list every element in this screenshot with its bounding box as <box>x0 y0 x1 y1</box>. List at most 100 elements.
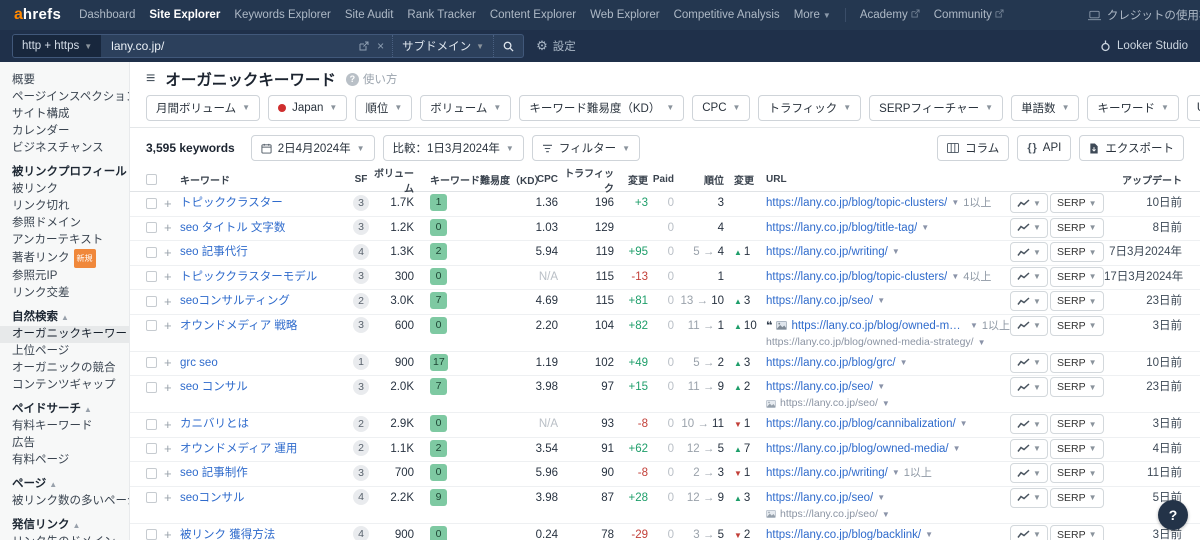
header-position[interactable]: 順位 <box>674 172 724 187</box>
help-button[interactable]: ? <box>1158 500 1188 530</box>
serp-button[interactable]: SERP▼ <box>1050 316 1104 336</box>
chart-button[interactable]: ▼ <box>1010 525 1048 540</box>
header-position-change[interactable]: 変更 <box>724 172 762 187</box>
sidebar-item[interactable]: リンク切れ <box>0 198 129 215</box>
chevron-down-icon[interactable]: ▼ <box>877 290 885 312</box>
chevron-down-icon[interactable]: ▼ <box>978 337 986 348</box>
filter-chip[interactable]: 月間ボリューム▼ <box>146 95 260 121</box>
chevron-down-icon[interactable]: ▼ <box>951 266 959 288</box>
date-picker-button[interactable]: 2日4月2024年▼ <box>251 135 375 161</box>
topnav-item[interactable]: Rank Tracker <box>407 9 475 21</box>
serp-button[interactable]: SERP▼ <box>1050 218 1104 238</box>
add-to-list-button[interactable]: + <box>164 319 172 332</box>
chevron-down-icon[interactable]: ▼ <box>925 524 933 540</box>
sidebar-item[interactable]: ページインスペクション <box>0 89 129 106</box>
keyword-link[interactable]: seo タイトル 文字数 <box>180 222 285 234</box>
filters-button[interactable]: フィルター▼ <box>532 135 640 161</box>
header-traffic-change[interactable]: 変更 <box>614 172 648 187</box>
sidebar-item[interactable]: コンテンツギャップ <box>0 377 129 394</box>
row-checkbox[interactable] <box>146 198 157 209</box>
sidebar-item[interactable]: 参照元IP <box>0 268 129 285</box>
topnav-item[interactable]: Dashboard <box>79 9 135 21</box>
add-to-list-button[interactable]: + <box>164 197 172 210</box>
sidebar-section-title[interactable]: ペイドサーチ▲ <box>0 401 129 418</box>
add-to-list-button[interactable]: + <box>164 246 172 259</box>
filter-chip[interactable]: URL▼ <box>1187 95 1200 121</box>
sidebar-item[interactable]: リンク交差 <box>0 285 129 302</box>
url-link[interactable]: https://lany.co.jp/blog/owned-media-stra… <box>791 315 965 337</box>
add-to-list-button[interactable]: + <box>164 467 172 480</box>
chevron-down-icon[interactable]: ▼ <box>877 487 885 509</box>
chevron-down-icon[interactable]: ▼ <box>960 413 968 435</box>
chevron-down-icon[interactable]: ▼ <box>953 438 961 460</box>
keyword-link[interactable]: トピッククラスター <box>180 197 283 209</box>
chart-button[interactable]: ▼ <box>1010 242 1048 262</box>
sidebar-item[interactable]: リンク先のドメイン <box>0 534 129 540</box>
topnav-item[interactable]: Content Explorer <box>490 9 576 21</box>
topnav-item[interactable]: More▼ <box>794 9 831 21</box>
add-to-list-button[interactable]: + <box>164 356 172 369</box>
keyword-link[interactable]: カニバリとは <box>180 418 249 430</box>
add-to-list-button[interactable]: + <box>164 528 172 540</box>
header-paid[interactable]: Paid <box>648 174 674 185</box>
header-updated[interactable]: アップデート <box>1104 172 1184 187</box>
chevron-down-icon[interactable]: ▼ <box>900 352 908 374</box>
chart-button[interactable]: ▼ <box>1010 439 1048 459</box>
keyword-link[interactable]: オウンドメディア 戦略 <box>180 320 297 332</box>
serp-button[interactable]: SERP▼ <box>1050 242 1104 262</box>
add-to-list-button[interactable]: + <box>164 270 172 283</box>
how-to-use-link[interactable]: ?使い方 <box>346 71 398 87</box>
chevron-down-icon[interactable]: ▼ <box>970 315 978 337</box>
filter-chip[interactable]: 順位▼ <box>355 95 412 121</box>
filter-chip[interactable]: キーワード▼ <box>1087 95 1178 121</box>
serp-button[interactable]: SERP▼ <box>1050 525 1104 540</box>
serp-button[interactable]: SERP▼ <box>1050 291 1104 311</box>
filter-chip[interactable]: トラフィック▼ <box>758 95 861 121</box>
url-link[interactable]: https://lany.co.jp/writing/ <box>766 241 888 263</box>
select-all-checkbox[interactable] <box>146 174 157 185</box>
chart-button[interactable]: ▼ <box>1010 218 1048 238</box>
url-link[interactable]: https://lany.co.jp/blog/grc/ <box>766 352 896 374</box>
serp-button[interactable]: SERP▼ <box>1050 377 1104 397</box>
header-traffic[interactable]: トラフィック <box>558 168 614 195</box>
chevron-down-icon[interactable]: ▼ <box>892 462 900 484</box>
serp-features-count[interactable]: 3 <box>353 465 369 481</box>
url-link-2[interactable]: https://lany.co.jp/seo/ <box>780 398 878 409</box>
url-link[interactable]: https://lany.co.jp/seo/ <box>766 290 873 312</box>
topnav-item[interactable]: Web Explorer <box>590 9 659 21</box>
header-url[interactable]: URL <box>762 174 1010 185</box>
sidebar-section-title[interactable]: ページ▲ <box>0 476 129 493</box>
sidebar-item[interactable]: オーガニックキーワード <box>0 326 129 343</box>
serp-button[interactable]: SERP▼ <box>1050 488 1104 508</box>
serp-button[interactable]: SERP▼ <box>1050 439 1104 459</box>
url-link-2[interactable]: https://lany.co.jp/blog/owned-media-stra… <box>766 337 974 348</box>
api-button[interactable]: { }API <box>1017 135 1071 161</box>
open-external-icon[interactable] <box>359 41 369 51</box>
export-button[interactable]: エクスポート <box>1079 135 1184 161</box>
sidebar-item[interactable]: 被リンク数の多いページ <box>0 493 129 510</box>
sidebar-item[interactable]: 参照ドメイン <box>0 215 129 232</box>
serp-button[interactable]: SERP▼ <box>1050 414 1104 434</box>
protocol-dropdown[interactable]: http + https▼ <box>13 35 101 57</box>
add-to-list-button[interactable]: + <box>164 442 172 455</box>
serp-features-count[interactable]: 1 <box>353 354 369 370</box>
serp-features-count[interactable]: 4 <box>353 244 369 260</box>
chart-button[interactable]: ▼ <box>1010 377 1048 397</box>
keyword-link[interactable]: seoコンサルティング <box>180 295 290 307</box>
search-button[interactable] <box>493 35 523 57</box>
filter-chip[interactable]: Japan▼ <box>268 95 347 121</box>
chevron-down-icon[interactable]: ▼ <box>921 217 929 239</box>
topnav-item-academy[interactable]: Academy <box>860 9 920 21</box>
serp-features-count[interactable]: 3 <box>353 379 369 395</box>
row-checkbox[interactable] <box>146 529 157 540</box>
row-checkbox[interactable] <box>146 296 157 307</box>
row-checkbox[interactable] <box>146 468 157 479</box>
serp-features-count[interactable]: 4 <box>353 489 369 505</box>
sidebar-item[interactable]: 著者リンク新規 <box>0 249 129 268</box>
chart-button[interactable]: ▼ <box>1010 414 1048 434</box>
serp-button[interactable]: SERP▼ <box>1050 463 1104 483</box>
filter-chip[interactable]: CPC▼ <box>692 95 750 121</box>
sidebar-section-title[interactable]: 被リンクプロフィール▲ <box>0 164 129 181</box>
keyword-link[interactable]: seo 記事代行 <box>180 246 248 258</box>
serp-features-count[interactable]: 3 <box>353 195 369 211</box>
